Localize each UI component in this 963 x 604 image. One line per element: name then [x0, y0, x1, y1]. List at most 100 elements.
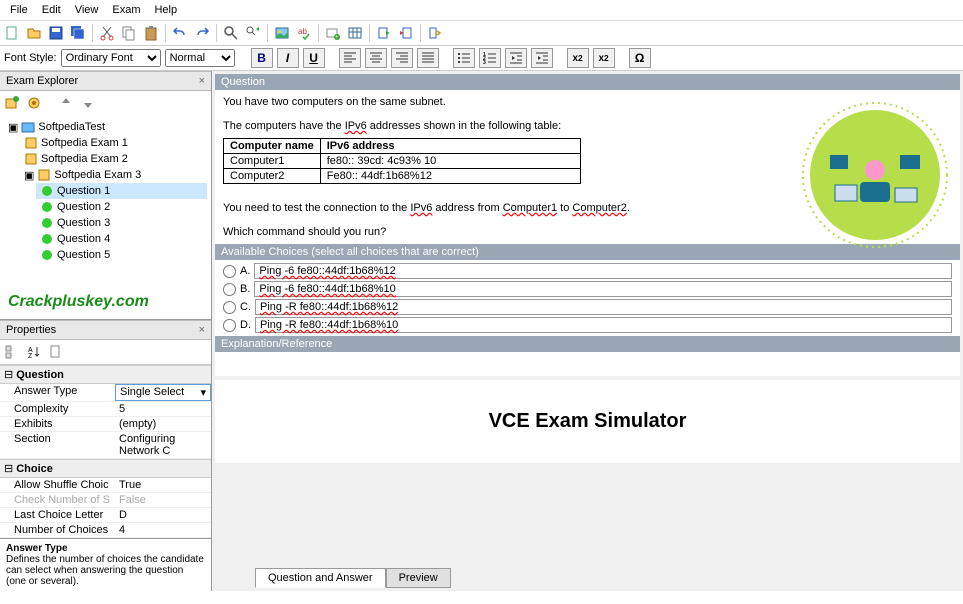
prop-exhibits[interactable]: Exhibits(empty) [0, 417, 211, 432]
watermark: Crackpluskey.com [0, 285, 211, 319]
new-button[interactable] [2, 23, 22, 43]
prop-answer-type[interactable]: Answer TypeSingle Select ▾ [0, 384, 211, 402]
symbol-button[interactable]: Ω [629, 48, 651, 68]
numbering-button[interactable]: 123 [479, 48, 501, 68]
prop-complexity[interactable]: Complexity5 [0, 402, 211, 417]
import-button[interactable] [396, 23, 416, 43]
font-style-select[interactable]: Ordinary Font [61, 49, 161, 67]
prop-allow-shuffle[interactable]: Allow Shuffle ChoicTrue [0, 478, 211, 493]
explanation-body[interactable] [215, 352, 960, 376]
underline-button[interactable]: U [303, 48, 325, 68]
choice-b[interactable]: B.Ping -6 fe80::44df:1b68%10 [217, 280, 958, 298]
align-left-button[interactable] [339, 48, 361, 68]
menu-help[interactable]: Help [148, 2, 183, 18]
outdent-button[interactable] [505, 48, 527, 68]
bottom-tabs: Question and Answer Preview [215, 568, 960, 588]
move-up-button[interactable] [56, 93, 76, 113]
italic-button[interactable]: I [277, 48, 299, 68]
tree-label: Question 4 [57, 233, 110, 245]
question-header: Question [215, 74, 960, 90]
prop-section-question[interactable]: ⊟Question [0, 365, 211, 384]
tree-label: Question 1 [57, 185, 110, 197]
undo-button[interactable] [170, 23, 190, 43]
choice-radio[interactable] [223, 319, 236, 332]
choice-radio[interactable] [223, 283, 236, 296]
exam-settings-button[interactable] [24, 93, 44, 113]
prop-section-choice[interactable]: ⊟Choice [0, 459, 211, 478]
image-button[interactable] [272, 23, 292, 43]
choice-radio[interactable] [223, 301, 236, 314]
save-button[interactable] [46, 23, 66, 43]
folder-icon [21, 120, 35, 134]
close-properties-button[interactable]: × [199, 324, 205, 336]
menu-file[interactable]: File [4, 2, 34, 18]
table-button[interactable] [345, 23, 365, 43]
tree-question-5[interactable]: Question 5 [36, 247, 207, 263]
tree-question-1[interactable]: Question 1 [36, 183, 207, 199]
choice-c[interactable]: C.Ping -R fe80::44df:1b68%12 [217, 298, 958, 316]
choice-text[interactable]: Ping -R fe80::44df:1b68%12 [255, 299, 952, 315]
bold-button[interactable]: B [251, 48, 273, 68]
tree-exam-1[interactable]: Softpedia Exam 1 [20, 135, 207, 151]
copy-button[interactable] [119, 23, 139, 43]
paste-button[interactable] [141, 23, 161, 43]
indent-button[interactable] [531, 48, 553, 68]
superscript-button[interactable]: x2 [567, 48, 589, 68]
question-body[interactable]: You have two computers on the same subne… [215, 90, 960, 244]
menu-view[interactable]: View [69, 2, 105, 18]
tab-question-answer[interactable]: Question and Answer [255, 568, 386, 588]
format-toolbar: Font Style: Ordinary Font Normal B I U 1… [0, 46, 963, 71]
tree-question-3[interactable]: Question 3 [36, 215, 207, 231]
choice-d[interactable]: D.Ping -R fe80::44df:1b68%10 [217, 316, 958, 334]
menu-exam[interactable]: Exam [106, 2, 146, 18]
align-justify-button[interactable] [417, 48, 439, 68]
choice-letter: A. [240, 265, 250, 277]
choice-text[interactable]: Ping -6 fe80::44df:1b68%10 [254, 281, 952, 297]
close-explorer-button[interactable]: × [199, 75, 205, 87]
add-exam-button[interactable] [2, 93, 22, 113]
move-down-button[interactable] [78, 93, 98, 113]
tree-question-2[interactable]: Question 2 [36, 199, 207, 215]
subscript-button[interactable]: x2 [593, 48, 615, 68]
question-icon [40, 200, 54, 214]
choice-radio[interactable] [223, 265, 236, 278]
cut-button[interactable] [97, 23, 117, 43]
add-item-button[interactable]: + [323, 23, 343, 43]
choice-a[interactable]: A. Ping -6 fe80::44df:1b68%12 [217, 262, 958, 280]
prop-section[interactable]: SectionConfiguring Network C [0, 432, 211, 459]
spellcheck-button[interactable]: ab [294, 23, 314, 43]
choice-text[interactable]: Ping -6 fe80::44df:1b68%12 [254, 263, 952, 279]
tree-label: Question 2 [57, 201, 110, 213]
font-size-select[interactable]: Normal [165, 49, 235, 67]
tree-root[interactable]: ▣ SoftpediaTest [4, 119, 207, 135]
main-toolbar: ab + [0, 21, 963, 46]
exam-tree: ▣ SoftpediaTest Softpedia Exam 1 Softped… [0, 115, 211, 285]
save-all-button[interactable] [68, 23, 88, 43]
tree-question-4[interactable]: Question 4 [36, 231, 207, 247]
tree-label: Softpedia Exam 1 [41, 137, 128, 149]
categorize-button[interactable] [2, 342, 22, 362]
find-button[interactable] [221, 23, 241, 43]
export-button[interactable] [374, 23, 394, 43]
choice-text[interactable]: Ping -R fe80::44df:1b68%10 [255, 317, 952, 333]
align-center-button[interactable] [365, 48, 387, 68]
redo-button[interactable] [192, 23, 212, 43]
tree-label: Softpedia Exam 3 [54, 169, 141, 181]
replace-button[interactable] [243, 23, 263, 43]
prop-num-choices[interactable]: Number of Choices4 [0, 523, 211, 538]
open-button[interactable] [24, 23, 44, 43]
bullets-button[interactable] [453, 48, 475, 68]
sort-button[interactable]: AZ [24, 342, 44, 362]
settings-button[interactable] [425, 23, 445, 43]
align-right-button[interactable] [391, 48, 413, 68]
menu-edit[interactable]: Edit [36, 2, 67, 18]
tree-exam-2[interactable]: Softpedia Exam 2 [20, 151, 207, 167]
brand-text: VCE Exam Simulator [215, 380, 960, 463]
tab-preview[interactable]: Preview [386, 568, 451, 588]
property-help: Answer Type Defines the number of choice… [0, 538, 211, 591]
tree-exam-3[interactable]: ▣Softpedia Exam 3 [20, 167, 207, 183]
svg-text:ab: ab [298, 27, 307, 36]
props-pages-button[interactable] [46, 342, 66, 362]
prop-last-letter[interactable]: Last Choice LetterD [0, 508, 211, 523]
collapse-icon: ⊟ [4, 368, 13, 381]
